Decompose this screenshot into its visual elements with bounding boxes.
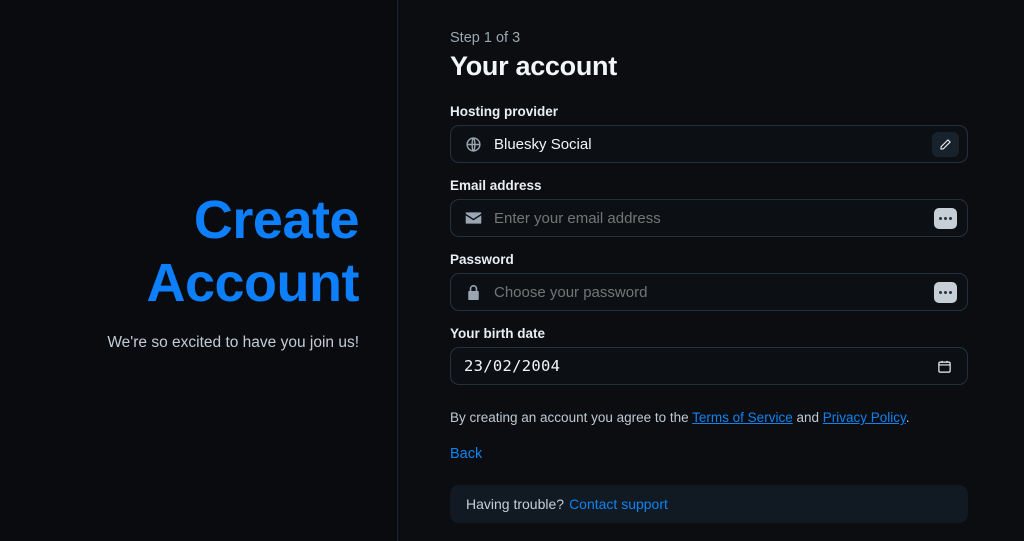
email-label: Email address bbox=[450, 178, 542, 193]
legal-conjunction: and bbox=[792, 410, 823, 425]
terms-of-service-link[interactable]: Terms of Service bbox=[692, 410, 793, 425]
step-indicator: Step 1 of 3 bbox=[450, 30, 521, 46]
globe-icon bbox=[464, 135, 483, 154]
page-title: Your account bbox=[450, 51, 617, 81]
birthdate-value[interactable]: 23/02/2004 bbox=[464, 357, 934, 375]
pencil-icon[interactable] bbox=[932, 131, 959, 157]
birthdate-group: Your birth date 23/02/2004 bbox=[450, 326, 968, 385]
birthdate-field[interactable]: 23/02/2004 bbox=[450, 347, 968, 385]
calendar-icon[interactable] bbox=[934, 356, 954, 376]
brand-subtitle: We're so excited to have you join us! bbox=[107, 334, 359, 352]
autofill-dots-icon[interactable] bbox=[934, 207, 957, 229]
password-group: Password bbox=[450, 252, 968, 311]
privacy-policy-link[interactable]: Privacy Policy bbox=[823, 410, 906, 425]
form-panel: Step 1 of 3 Your account Hosting provide… bbox=[398, 0, 1024, 541]
birthdate-label: Your birth date bbox=[450, 326, 546, 341]
support-bar: Having trouble? Contact support bbox=[450, 485, 968, 524]
legal-text: By creating an account you agree to the … bbox=[450, 408, 968, 428]
support-text: Having trouble? bbox=[466, 496, 565, 513]
hosting-provider-group: Hosting provider Bluesky Social bbox=[450, 104, 968, 163]
contact-support-link[interactable]: Contact support bbox=[569, 496, 668, 512]
email-field[interactable] bbox=[450, 199, 968, 237]
brand-title-line1: Create bbox=[193, 189, 360, 250]
brand-title-line2: Account bbox=[146, 252, 360, 313]
brand-panel: Create Account We're so excited to have … bbox=[0, 0, 398, 541]
hosting-provider-value: Bluesky Social bbox=[494, 135, 592, 153]
password-field[interactable] bbox=[450, 273, 968, 311]
envelope-icon bbox=[464, 209, 483, 228]
brand-title: Create Account bbox=[147, 189, 360, 314]
password-label: Password bbox=[450, 252, 514, 267]
email-input[interactable] bbox=[494, 209, 934, 227]
hosting-provider-label: Hosting provider bbox=[450, 104, 559, 119]
email-group: Email address bbox=[450, 178, 968, 237]
signup-page: Create Account We're so excited to have … bbox=[0, 0, 1024, 541]
legal-suffix: . bbox=[905, 410, 910, 425]
password-input[interactable] bbox=[494, 283, 934, 301]
autofill-dots-icon[interactable] bbox=[934, 281, 957, 303]
back-button[interactable]: Back bbox=[450, 446, 482, 462]
lock-icon bbox=[464, 283, 483, 302]
legal-prefix: By creating an account you agree to the bbox=[450, 410, 693, 425]
hosting-provider-field[interactable]: Bluesky Social bbox=[450, 125, 968, 163]
